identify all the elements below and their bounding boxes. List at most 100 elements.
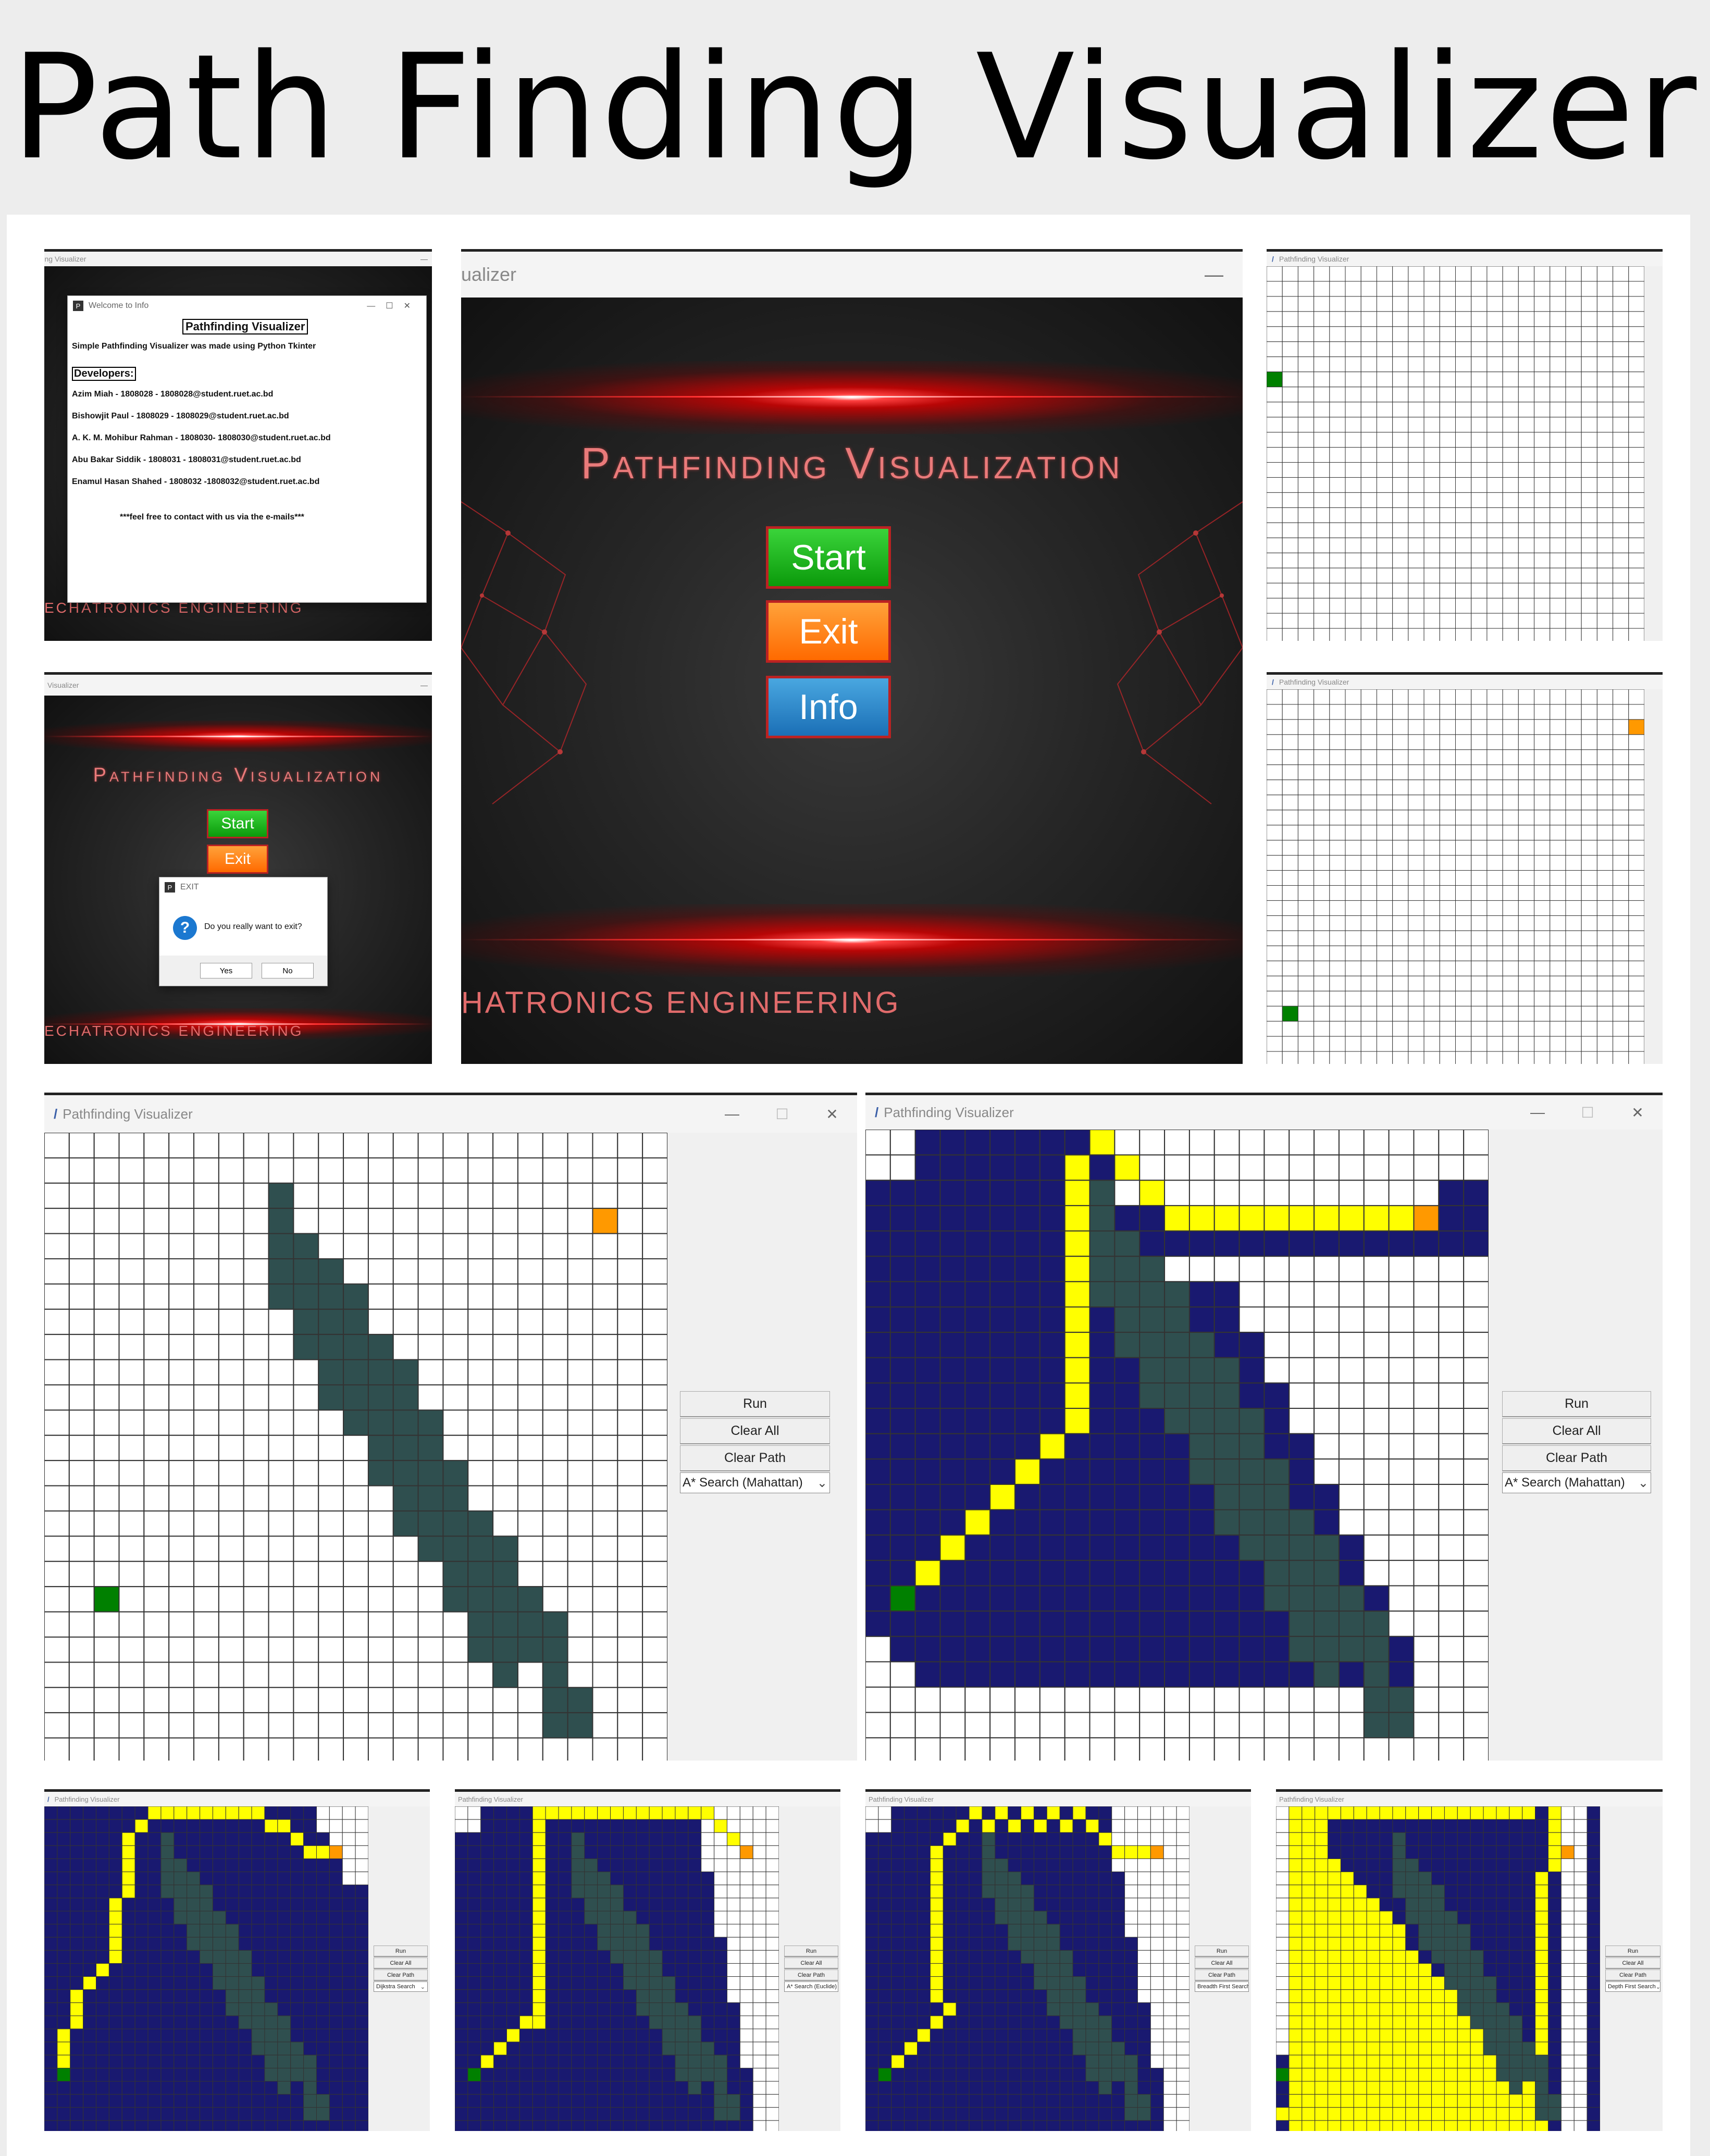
grid-cell-empty[interactable] [1628, 477, 1644, 493]
visited-cell[interactable] [1059, 2067, 1073, 2082]
visited-cell[interactable] [917, 2015, 931, 2029]
visited-cell[interactable] [1098, 1885, 1112, 1899]
grid-cell-empty[interactable] [1329, 930, 1346, 946]
visited-cell[interactable] [455, 1976, 468, 1990]
grid-cell-empty[interactable] [752, 2081, 766, 2095]
grid-cell-empty[interactable] [1518, 552, 1535, 568]
visited-cell[interactable] [649, 2120, 663, 2131]
path-cell[interactable] [1535, 1924, 1548, 1938]
visited-cell[interactable] [675, 1819, 689, 1833]
visited-cell[interactable] [1072, 2054, 1086, 2068]
grid-cell-empty[interactable] [1314, 990, 1330, 1007]
grid-cell-empty[interactable] [642, 1208, 667, 1234]
visited-cell[interactable] [108, 2107, 122, 2121]
visited-cell[interactable] [455, 1963, 468, 1977]
visited-cell[interactable] [1008, 2002, 1022, 2016]
start-node[interactable] [889, 1585, 916, 1612]
grid-cell-empty[interactable] [442, 1334, 469, 1360]
path-cell[interactable] [1470, 2041, 1484, 2055]
grid-cell-empty[interactable] [1329, 567, 1346, 584]
visited-cell[interactable] [914, 1332, 941, 1358]
grid-cell-empty[interactable] [1376, 583, 1393, 599]
wall-cell[interactable] [225, 1924, 239, 1938]
visited-cell[interactable] [57, 1845, 71, 1859]
grid-cell-empty[interactable] [739, 2002, 753, 2016]
grid-cell-empty[interactable] [1376, 356, 1393, 373]
visited-cell[interactable] [914, 1509, 941, 1536]
grid-cell-empty[interactable] [44, 1434, 70, 1461]
wall-cell[interactable] [701, 2041, 715, 2055]
grid-cell-empty[interactable] [318, 1460, 344, 1486]
grid-cell-empty[interactable] [392, 1133, 419, 1159]
grid-cell-empty[interactable] [1297, 855, 1315, 871]
path-cell[interactable] [1288, 2054, 1303, 2068]
grid-cell-empty[interactable] [752, 1989, 766, 2003]
path-cell[interactable] [121, 1845, 135, 1859]
visited-cell[interactable] [96, 1950, 109, 1964]
path-cell[interactable] [1111, 1845, 1125, 1859]
grid-cell-empty[interactable] [1360, 492, 1377, 508]
visited-cell[interactable] [187, 2120, 201, 2131]
grid-cell-empty[interactable] [542, 1258, 568, 1285]
visited-cell[interactable] [160, 2081, 175, 2095]
visited-cell[interactable] [995, 1819, 1009, 1833]
visited-cell[interactable] [225, 1845, 239, 1859]
visited-cell[interactable] [558, 2094, 572, 2108]
wall-cell[interactable] [442, 1535, 469, 1562]
visited-cell[interactable] [1059, 2081, 1073, 2095]
grid-cell-empty[interactable] [1565, 779, 1582, 796]
grid-cell-empty[interactable] [1345, 417, 1361, 433]
grid-cell-empty[interactable] [1345, 734, 1361, 750]
visited-cell[interactable] [96, 2002, 109, 2016]
grid-cell-empty[interactable] [1581, 613, 1597, 629]
grid-cell-empty[interactable] [1388, 1509, 1415, 1536]
grid-cell-empty[interactable] [1392, 628, 1409, 641]
grid-cell-empty[interactable] [1502, 613, 1519, 629]
visited-cell[interactable] [1085, 1924, 1099, 1938]
grid-cell-empty[interactable] [218, 1283, 244, 1310]
visited-cell[interactable] [134, 1885, 148, 1899]
path-cell[interactable] [212, 1806, 226, 1820]
grid-cell-empty[interactable] [193, 1334, 219, 1360]
grid-cell-empty[interactable] [517, 1560, 543, 1588]
grid-cell-empty[interactable] [1297, 749, 1315, 765]
grid-cell-empty[interactable] [1176, 2067, 1189, 2082]
visited-cell[interactable] [506, 1950, 520, 1964]
visited-cell[interactable] [889, 1458, 916, 1485]
grid-cell-empty[interactable] [701, 1819, 715, 1833]
path-cell[interactable] [70, 2002, 84, 2016]
grid-cell-empty[interactable] [1486, 432, 1503, 448]
grid-cell-empty[interactable] [1388, 1332, 1415, 1358]
visited-cell[interactable] [964, 1408, 991, 1434]
visited-cell[interactable] [1111, 2015, 1125, 2029]
grid-cell-empty[interactable] [143, 1182, 170, 1209]
visited-cell[interactable] [1188, 1509, 1215, 1536]
visited-cell[interactable] [1072, 1832, 1086, 1846]
grid-cell-empty[interactable] [1314, 885, 1330, 901]
visited-cell[interactable] [701, 1950, 715, 1964]
grid-cell-empty[interactable] [1438, 1534, 1465, 1561]
grid-cell-empty[interactable] [1534, 266, 1551, 282]
path-cell[interactable] [1288, 1950, 1303, 1964]
grid-cell-empty[interactable] [1455, 689, 1472, 705]
grid-cell-empty[interactable] [1613, 492, 1629, 508]
visited-cell[interactable] [187, 2028, 201, 2042]
grid-cell-empty[interactable] [143, 1637, 170, 1663]
visited-cell[interactable] [917, 2054, 931, 2068]
visited-cell[interactable] [316, 1989, 330, 2003]
visited-cell[interactable] [44, 2120, 58, 2131]
path-cell[interactable] [1328, 1885, 1341, 1899]
grid-cell-empty[interactable] [218, 1485, 244, 1511]
grid-cell-empty[interactable] [1408, 779, 1424, 796]
visited-cell[interactable] [44, 1911, 58, 1925]
grid-cell-empty[interactable] [1314, 281, 1330, 297]
visited-cell[interactable] [1496, 1911, 1510, 1925]
visited-cell[interactable] [238, 2041, 252, 2055]
visited-cell[interactable] [891, 2107, 905, 2121]
visited-cell[interactable] [623, 2107, 637, 2121]
visited-cell[interactable] [70, 1819, 84, 1833]
grid-cell-empty[interactable] [1176, 1806, 1189, 1820]
grid-cell-empty[interactable] [44, 1460, 70, 1486]
grid-cell-empty[interactable] [1455, 266, 1472, 282]
visited-cell[interactable] [1085, 1989, 1099, 2003]
